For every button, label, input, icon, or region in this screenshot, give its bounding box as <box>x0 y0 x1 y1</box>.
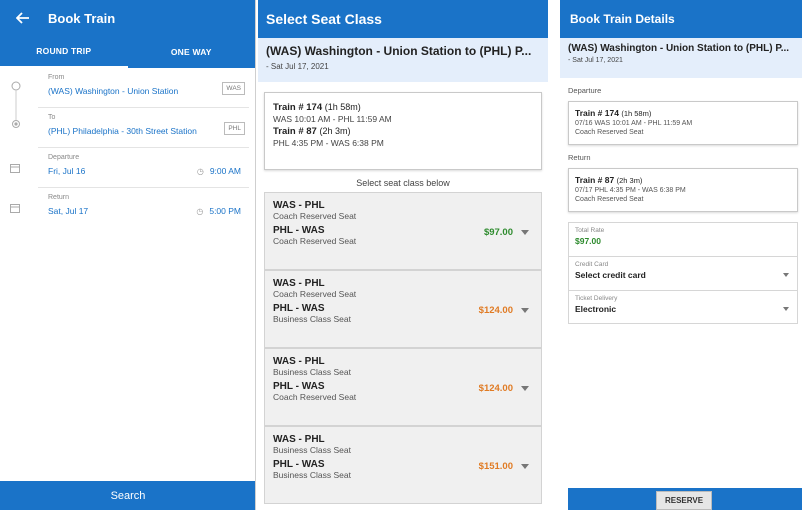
reserve-bar: RESERVE <box>568 488 802 510</box>
book-train-header: Book Train ROUND TRIP ONE WAY <box>0 0 255 68</box>
return-seat: Coach Reserved Seat <box>575 196 644 203</box>
return-train-card: Train # 87 (2h 3m) 07/17 PHL 4:35 PM - W… <box>568 168 798 212</box>
departure-section-label: Departure <box>568 86 602 95</box>
page-title: Select Seat Class <box>258 0 548 38</box>
from-label: From <box>48 74 65 81</box>
departure-train-line: 07/16 WAS 10:01 AM - PHL 11:59 AM <box>575 120 693 127</box>
ticket-delivery-value: Electronic <box>575 304 617 314</box>
from-value: (WAS) Washington - Union Station <box>48 86 179 96</box>
train-return-times: PHL 4:35 PM - WAS 6:38 PM <box>273 138 384 148</box>
trip-type-tabs: ROUND TRIP ONE WAY <box>0 36 255 68</box>
route-text: (WAS) Washington - Union Station to (PHL… <box>568 43 790 54</box>
credit-card-value: Select credit card <box>575 270 646 280</box>
train-outbound: Train # 174 (1h 58m) <box>273 102 361 113</box>
departure-date: Fri, Jul 16 <box>48 166 86 176</box>
seat-option[interactable]: WAS - PHL Business Class Seat PHL - WAS … <box>264 348 542 426</box>
return-date: Sat, Jul 17 <box>48 206 89 216</box>
seat-price: $124.00 <box>478 383 513 394</box>
seat-class-outbound: Coach Reserved Seat <box>273 211 357 221</box>
calendar-icon <box>10 160 22 173</box>
train-outbound-times: WAS 10:01 AM - PHL 11:59 AM <box>273 114 392 124</box>
ticket-delivery-select[interactable]: Ticket Delivery Electronic <box>568 290 798 324</box>
seat-price: $124.00 <box>478 305 513 316</box>
credit-card-label: Credit Card <box>575 261 609 268</box>
from-field[interactable]: From (WAS) Washington - Union Station WA… <box>38 68 249 108</box>
to-label: To <box>48 114 56 121</box>
total-rate-field: Total Rate $97.00 <box>568 222 798 256</box>
seat-option[interactable]: WAS - PHL Business Class Seat PHL - WAS … <box>264 426 542 504</box>
departure-train-card: Train # 174 (1h 58m) 07/16 WAS 10:01 AM … <box>568 101 798 145</box>
departure-label: Departure <box>48 154 80 161</box>
trip-date: - Sat Jul 17, 2021 <box>266 62 329 71</box>
seat-leg-outbound: WAS - PHL <box>273 434 325 445</box>
chevron-down-icon[interactable] <box>521 308 529 313</box>
reserve-button[interactable]: RESERVE <box>656 491 712 510</box>
seat-leg-outbound: WAS - PHL <box>273 278 325 289</box>
book-train-screen: Book Train ROUND TRIP ONE WAY From (WAS)… <box>0 0 256 510</box>
seat-class-outbound: Business Class Seat <box>273 445 351 455</box>
departure-train: Train # 174 (1h 58m) <box>575 108 652 118</box>
book-train-details-screen: Book Train Details (WAS) Washington - Un… <box>560 0 802 510</box>
trip-summary-card: Train # 174 (1h 58m) WAS 10:01 AM - PHL … <box>264 92 542 170</box>
seat-leg-outbound: WAS - PHL <box>273 356 325 367</box>
to-field[interactable]: To (PHL) Philadelphia - 30th Street Stat… <box>38 108 249 148</box>
route-text: (WAS) Washington - Union Station to (PHL… <box>266 44 532 58</box>
trip-date: - Sat Jul 17, 2021 <box>568 57 623 64</box>
route-subheader: (WAS) Washington - Union Station to (PHL… <box>560 38 802 78</box>
chevron-down-icon[interactable] <box>783 273 789 277</box>
page-title: Book Train Details <box>560 0 802 38</box>
train-return: Train # 87 (2h 3m) <box>273 126 351 137</box>
seat-class-outbound: Coach Reserved Seat <box>273 289 357 299</box>
chevron-down-icon[interactable] <box>783 307 789 311</box>
credit-card-select[interactable]: Credit Card Select credit card <box>568 256 798 290</box>
seat-option[interactable]: WAS - PHL Coach Reserved Seat PHL - WAS … <box>264 270 542 348</box>
clock-icon: ◷ <box>196 167 204 176</box>
departure-seat: Coach Reserved Seat <box>575 129 644 136</box>
calendar-icon <box>10 200 22 213</box>
seat-option[interactable]: WAS - PHL Coach Reserved Seat PHL - WAS … <box>264 192 542 270</box>
tab-one-way[interactable]: ONE WAY <box>128 36 256 68</box>
to-code-badge: PHL <box>224 122 245 135</box>
seat-price: $97.00 <box>483 227 513 238</box>
seat-price: $151.00 <box>478 461 513 472</box>
route-line <box>10 80 22 130</box>
total-rate-value: $97.00 <box>575 236 601 246</box>
from-code-badge: WAS <box>222 82 245 95</box>
seat-leg-outbound: WAS - PHL <box>273 200 325 211</box>
return-time-value: 5:00 PM <box>209 206 241 216</box>
chevron-down-icon[interactable] <box>521 464 529 469</box>
back-arrow-icon[interactable] <box>12 7 34 29</box>
seat-class-list: WAS - PHL Coach Reserved Seat PHL - WAS … <box>258 192 548 504</box>
departure-time-value: 9:00 AM <box>209 166 241 176</box>
return-time[interactable]: ◷ 5:00 PM <box>196 206 241 216</box>
ticket-delivery-label: Ticket Delivery <box>575 295 618 302</box>
return-train: Train # 87 (2h 3m) <box>575 175 643 185</box>
return-section-label: Return <box>568 153 591 162</box>
return-label: Return <box>48 194 70 201</box>
return-train-line: 07/17 PHL 4:35 PM - WAS 6:38 PM <box>575 187 686 194</box>
chevron-down-icon[interactable] <box>521 230 529 235</box>
total-rate-label: Total Rate <box>575 227 605 234</box>
departure-field[interactable]: Departure Fri, Jul 16 ◷ 9:00 AM <box>38 148 249 188</box>
page-title: Book Train <box>48 10 116 26</box>
to-value: (PHL) Philadelphia - 30th Street Station <box>48 126 197 136</box>
clock-icon: ◷ <box>196 207 204 216</box>
search-button[interactable]: Search <box>0 481 255 510</box>
route-subheader: (WAS) Washington - Union Station to (PHL… <box>258 38 548 82</box>
select-seat-class-screen: Select Seat Class (WAS) Washington - Uni… <box>258 0 548 510</box>
chevron-down-icon[interactable] <box>521 386 529 391</box>
select-hint: Select seat class below <box>356 178 450 188</box>
seat-class-outbound: Business Class Seat <box>273 367 351 377</box>
departure-time[interactable]: ◷ 9:00 AM <box>197 166 241 176</box>
tab-round-trip[interactable]: ROUND TRIP <box>0 36 128 68</box>
return-field[interactable]: Return Sat, Jul 17 ◷ 5:00 PM <box>38 188 249 228</box>
